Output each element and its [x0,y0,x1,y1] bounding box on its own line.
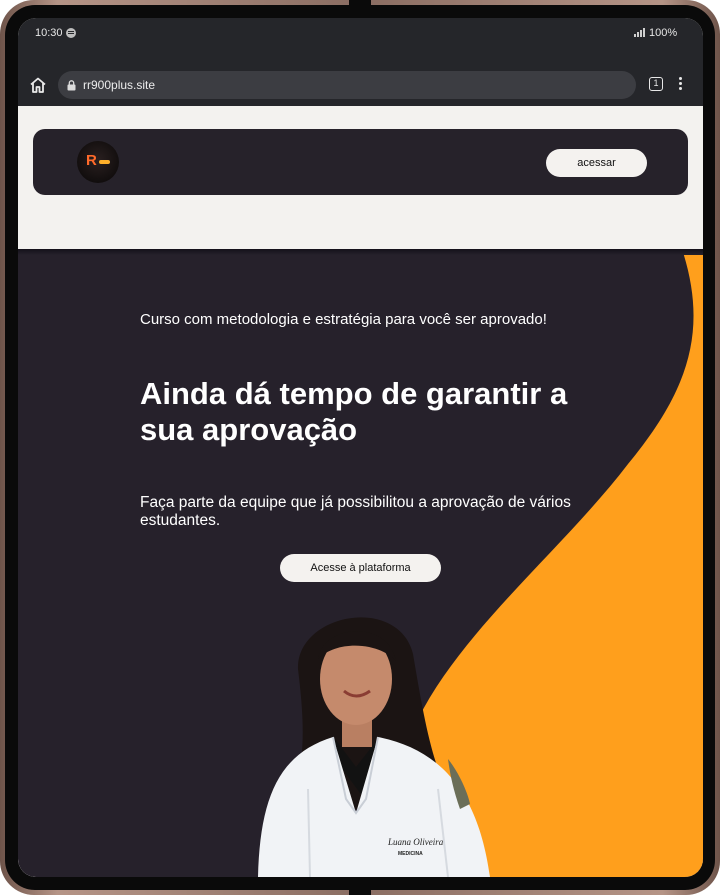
logo-letter: R [86,152,97,169]
status-time: 10:30 [35,27,63,39]
spotify-icon [66,28,76,38]
menu-icon[interactable] [679,77,683,91]
url-text: rr900plus.site [83,78,156,92]
phone-screen: 10:30 100% rr900plus.site 1 R acessar Cu… [18,18,703,877]
phone-frame: 10:30 100% rr900plus.site 1 R acessar Cu… [0,0,720,895]
site-header: R acessar [33,129,688,195]
coat-title: MEDICINA [398,851,423,857]
access-platform-button[interactable]: Acesse à plataforma [280,554,441,582]
student-photo: Luana Oliveira MEDICINA [258,617,490,877]
acessar-button[interactable]: acessar [546,149,647,177]
browser-toolbar: rr900plus.site 1 [18,48,703,106]
lock-icon [67,80,76,91]
address-bar[interactable]: rr900plus.site [58,71,636,99]
hero-top-shadow [18,249,703,255]
home-icon[interactable] [29,76,47,94]
site-logo[interactable]: R [77,141,119,183]
coat-name: Luana Oliveira [387,837,444,847]
tab-count-icon[interactable]: 1 [649,77,663,91]
signal-icon [634,27,646,37]
hero-headline: Ainda dá tempo de garantir a sua aprovaç… [140,376,568,447]
hero-section: Curso com metodologia e estratégia para … [18,249,703,877]
hero-eyebrow: Curso com metodologia e estratégia para … [140,311,547,328]
status-bar: 10:30 100% [18,18,703,48]
hero-subtext: Faça parte da equipe que já possibilitou… [140,494,571,529]
battery-level: 100% [649,27,678,39]
logo-spark-icon [99,160,110,164]
web-page: R acessar Curso com metodologia e estrat… [18,106,703,877]
